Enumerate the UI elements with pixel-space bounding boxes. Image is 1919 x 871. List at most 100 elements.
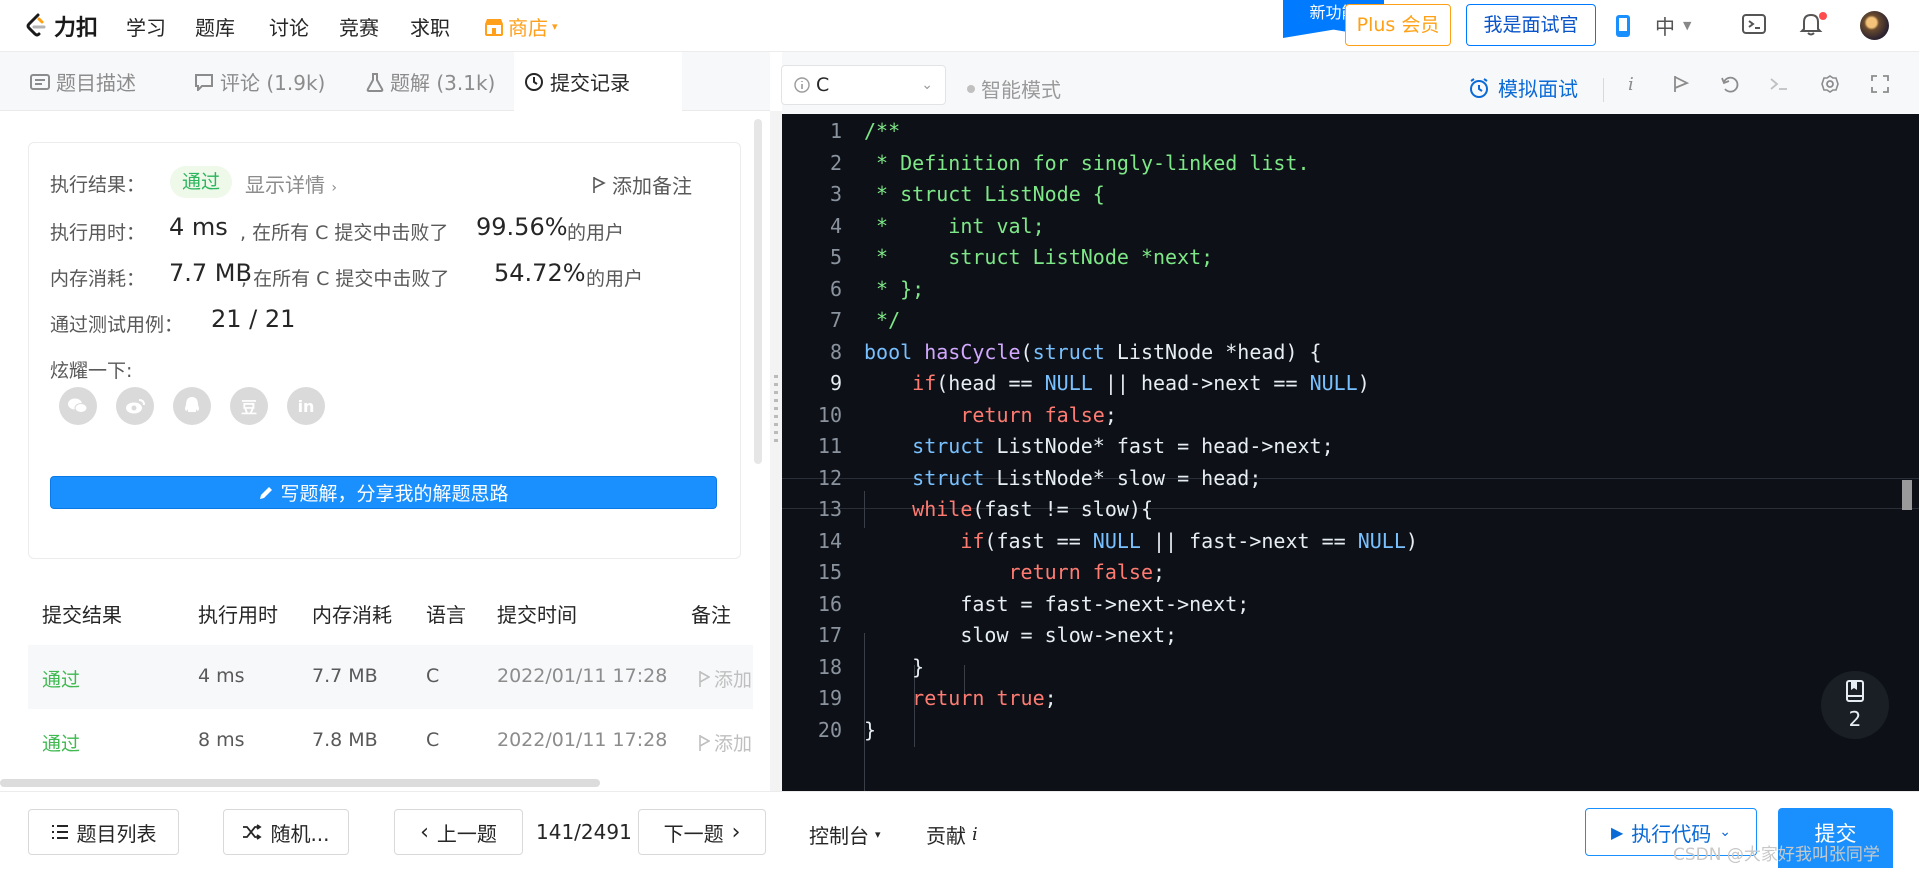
notes-button[interactable]: 2 <box>1821 671 1889 739</box>
row-add-note[interactable]: 添加 <box>698 665 752 692</box>
comment-icon <box>195 73 213 91</box>
code-line[interactable]: * struct ListNode { <box>864 182 1105 206</box>
reset-icon[interactable] <box>1720 74 1740 94</box>
problem-tabs: 题目描述 评论 (1.9k) 题解 (3.1k) 提交记录 <box>0 52 770 111</box>
tab-submissions[interactable]: 提交记录 <box>514 52 682 111</box>
language-select[interactable]: C ⌄ <box>781 65 946 105</box>
brand-name: 力扣 <box>54 16 99 41</box>
memory-beats-text: , 在所有 C 提交中击败了 <box>241 268 450 290</box>
nav-problems[interactable]: 题库 <box>195 12 235 41</box>
code-line[interactable]: while(fast != slow){ <box>864 497 1153 521</box>
code-line[interactable]: /** <box>864 119 900 143</box>
tab-comments[interactable]: 评论 (1.9k) <box>184 52 335 111</box>
panel-splitter[interactable] <box>770 111 782 791</box>
nav-discuss[interactable]: 讨论 <box>269 12 309 41</box>
table-row[interactable]: 通过 8 ms 7.8 MB C 2022/01/11 17:28 添加 <box>28 709 753 773</box>
code-line[interactable]: return false; <box>864 560 1166 584</box>
result-status-label: 执行结果： <box>50 174 146 196</box>
vertical-scrollbar[interactable] <box>754 119 762 464</box>
code-line[interactable]: fast = fast->next->next; <box>864 592 1249 616</box>
drag-handle-icon[interactable] <box>774 375 778 445</box>
table-row[interactable]: 通过 4 ms 7.7 MB C 2022/01/11 17:28 添加 <box>28 645 753 709</box>
tab-solutions[interactable]: 题解 (3.1k) <box>356 52 505 111</box>
qq-icon[interactable] <box>173 387 211 425</box>
mock-interview-button[interactable]: 模拟面试 <box>1468 73 1578 102</box>
problem-list-button[interactable]: 题目列表 <box>28 809 179 855</box>
runtime-label: 执行用时： <box>50 222 146 244</box>
row-time: 2022/01/11 17:28 <box>497 665 668 687</box>
douban-icon[interactable]: 豆 <box>230 387 268 425</box>
next-problem-button[interactable]: 下一题 › <box>638 809 766 855</box>
row-status[interactable]: 通过 <box>42 729 80 756</box>
code-line[interactable]: return false; <box>864 403 1117 427</box>
write-solution-button[interactable]: 写题解，分享我的解题思路 <box>50 476 717 509</box>
avatar[interactable] <box>1860 11 1889 40</box>
row-status[interactable]: 通过 <box>42 665 80 692</box>
horizontal-scrollbar[interactable] <box>0 779 600 787</box>
code-editor[interactable]: 1 /** 2 * Definition for singly-linked lis… <box>782 114 1919 799</box>
row-time: 2022/01/11 17:28 <box>497 729 668 751</box>
code-line[interactable]: bool hasCycle(struct ListNode *head) { <box>864 340 1322 364</box>
row-language: C <box>426 729 440 751</box>
random-button[interactable]: 随机... <box>223 809 349 855</box>
code-line[interactable]: * int val; <box>864 214 1045 238</box>
code-line[interactable]: return true; <box>864 686 1057 710</box>
playground-icon[interactable] <box>1741 12 1769 38</box>
show-detail-label: 显示详情 <box>245 173 325 197</box>
interviewer-button[interactable]: 我是面试官 <box>1466 4 1596 46</box>
code-line[interactable]: */ <box>864 308 900 332</box>
row-note-label: 添加 <box>714 669 753 691</box>
line-number: 1 <box>829 119 842 143</box>
row-memory: 7.7 MB <box>312 665 378 687</box>
code-line[interactable]: * struct ListNode *next; <box>864 245 1213 269</box>
code-line[interactable]: slow = slow->next; <box>864 623 1177 647</box>
code-line[interactable]: } <box>864 718 876 742</box>
line-number: 16 <box>817 591 842 616</box>
logo[interactable]: 力扣 <box>24 10 98 42</box>
line-number: 7 <box>829 308 842 332</box>
info-italic-icon[interactable]: i <box>1628 74 1634 95</box>
flask-icon <box>366 72 384 92</box>
chevron-left-icon: ‹ <box>420 819 429 845</box>
fullscreen-icon[interactable] <box>1870 74 1890 94</box>
previous-problem-button[interactable]: ‹ 上一题 <box>394 809 523 855</box>
tab-description[interactable]: 题目描述 <box>20 52 146 111</box>
nav-contest[interactable]: 竞赛 <box>339 12 379 41</box>
info-icon <box>794 77 810 93</box>
runtime-beats-text: , 在所有 C 提交中击败了 <box>240 222 449 244</box>
show-detail-link[interactable]: 显示详情 › <box>245 169 337 198</box>
memory-percentile: 54.72% <box>494 259 586 287</box>
watermark: CSDN @大家好我叫张同学 <box>1673 845 1880 865</box>
add-note-button[interactable]: 添加备注 <box>592 170 692 199</box>
mobile-app-icon[interactable] <box>1612 13 1634 39</box>
nav-learn[interactable]: 学习 <box>126 12 166 41</box>
code-line[interactable]: struct ListNode* slow = head; <box>864 466 1261 490</box>
nav-jobs[interactable]: 求职 <box>410 12 450 41</box>
settings-gear-icon[interactable] <box>1820 74 1840 94</box>
console-toggle[interactable]: 控制台 ▾ <box>809 820 881 849</box>
smart-mode-toggle[interactable]: 智能模式 <box>967 74 1061 103</box>
flag-icon <box>699 670 710 687</box>
linkedin-icon[interactable]: in <box>287 387 325 425</box>
scroll-position-marker[interactable] <box>1902 480 1912 510</box>
weibo-icon[interactable] <box>116 387 154 425</box>
code-line[interactable]: } <box>864 655 924 679</box>
nav-store[interactable]: 商店 ▾ <box>484 12 558 41</box>
contribute-link[interactable]: 贡献 i <box>926 820 978 849</box>
line-number: 14 <box>817 528 842 553</box>
wechat-icon[interactable] <box>59 387 97 425</box>
code-line[interactable]: * Definition for singly-linked list. <box>864 151 1310 175</box>
tab-description-label: 题目描述 <box>56 71 136 95</box>
plus-member-button[interactable]: Plus 会员 <box>1345 4 1451 46</box>
run-flag-icon[interactable] <box>1672 74 1690 94</box>
line-number: 11 <box>817 434 842 458</box>
terminal-icon[interactable] <box>1768 74 1790 94</box>
row-add-note[interactable]: 添加 <box>698 729 752 756</box>
language-switch[interactable]: 中 ▼ <box>1655 11 1691 40</box>
code-line[interactable]: if(fast == NULL || fast->next == NULL) <box>864 529 1418 553</box>
row-runtime: 4 ms <box>198 665 245 687</box>
code-line[interactable]: struct ListNode* fast = head->next; <box>864 434 1333 458</box>
chevron-right-icon: › <box>731 819 741 845</box>
code-line[interactable]: * }; <box>864 277 924 301</box>
code-line[interactable]: if(head == NULL || head->next == NULL) <box>864 371 1370 395</box>
